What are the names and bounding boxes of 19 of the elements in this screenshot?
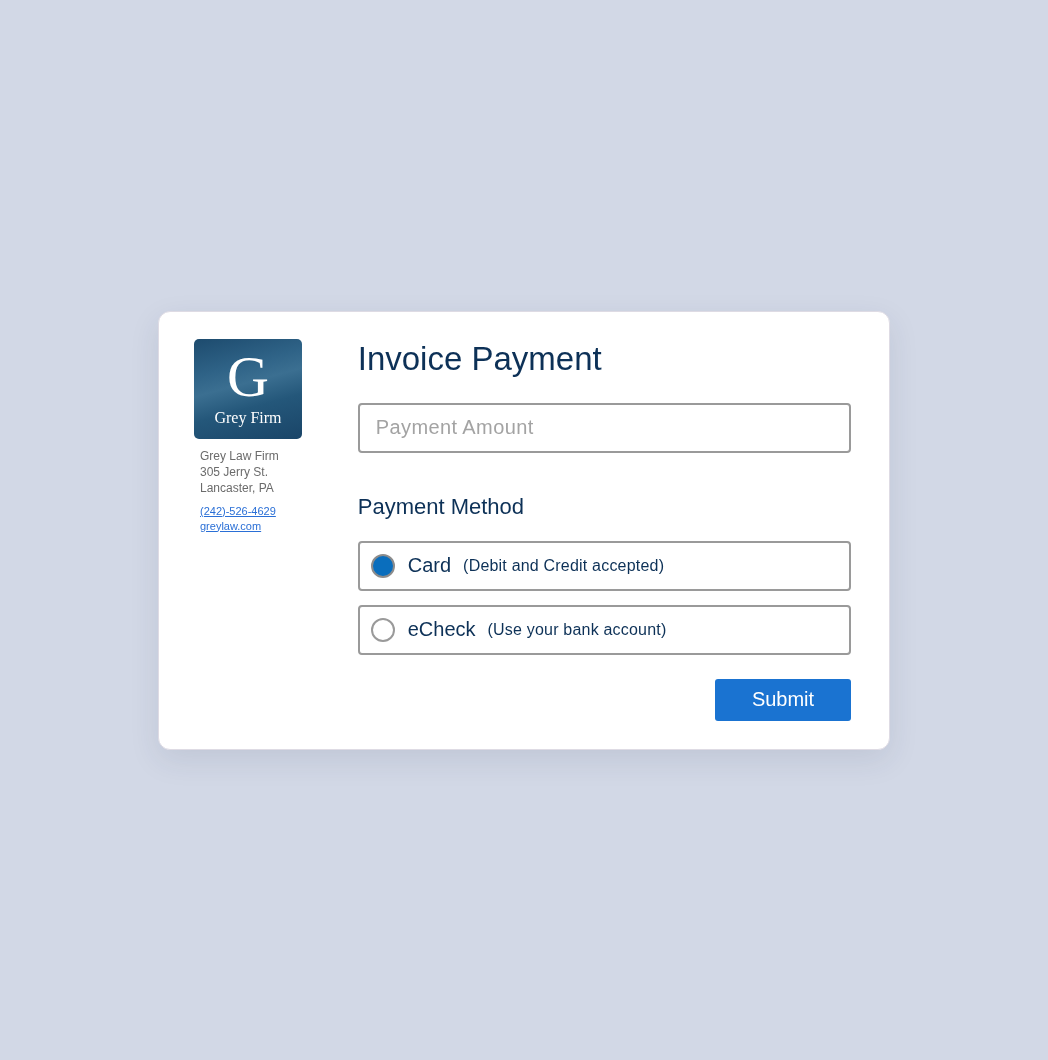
- radio-button[interactable]: [370, 617, 395, 642]
- address-line: 305 Jerry St.: [200, 463, 269, 480]
- option-note: (Use your bank account): [487, 620, 667, 639]
- form-title: Invoice Payment: [357, 338, 603, 379]
- website-link[interactable]: greylaw.com: [200, 518, 262, 534]
- submit-button[interactable]: Submit: [715, 678, 851, 721]
- payment-option[interactable]: Card (Debit and Credit accepted): [357, 540, 851, 591]
- logo-letter: G: [227, 350, 269, 403]
- section-heading: Payment Method: [357, 492, 526, 521]
- radio-button[interactable]: [370, 553, 395, 578]
- phone-link[interactable]: (242)-526-4629: [200, 503, 276, 519]
- amount-field[interactable]: Payment Amount: [357, 402, 851, 453]
- payment-option[interactable]: eCheck (Use your bank account): [357, 604, 851, 655]
- address-line: Lancaster, PA: [200, 479, 274, 496]
- option-note: (Debit and Credit accepted): [463, 556, 665, 575]
- address-line: Grey Law Firm: [200, 447, 279, 464]
- logo-name: Grey Firm: [214, 407, 282, 428]
- option-label: Card: [407, 554, 452, 577]
- option-label: eCheck: [407, 618, 476, 641]
